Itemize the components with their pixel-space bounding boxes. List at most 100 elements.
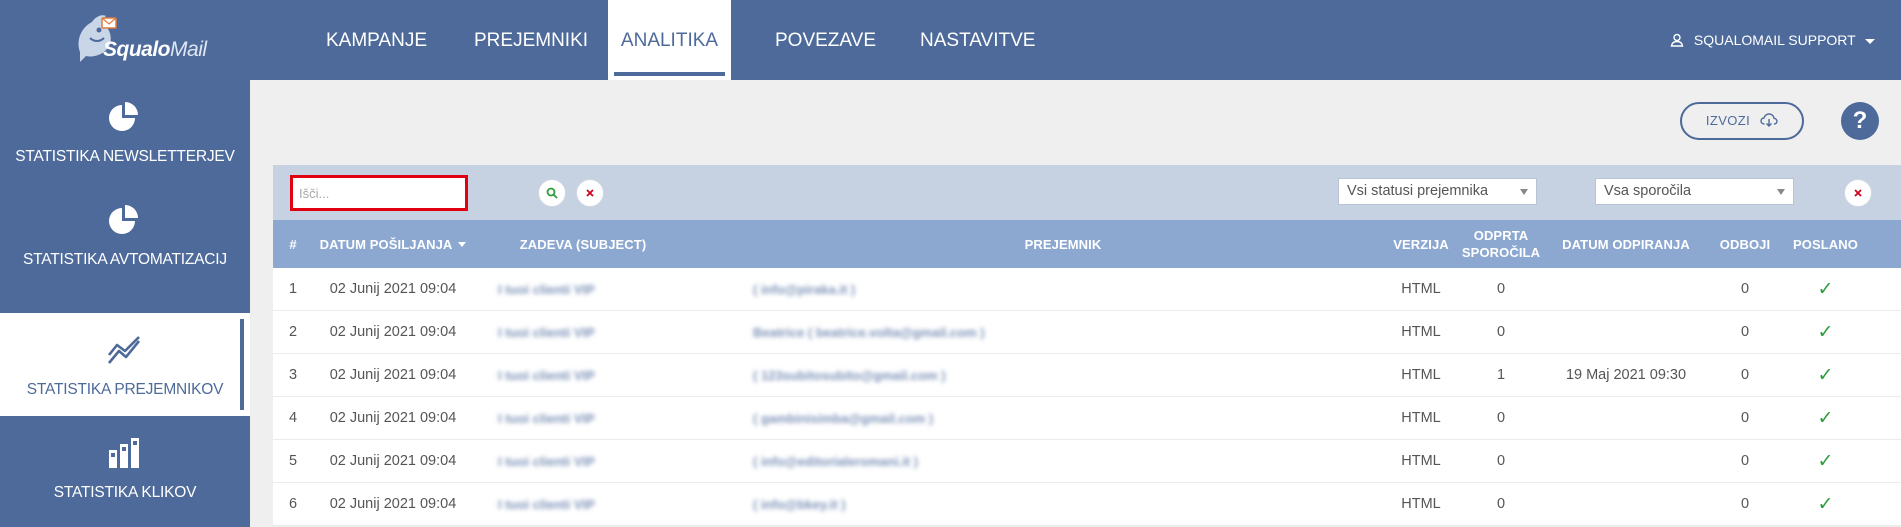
bar-chart-icon <box>109 438 139 468</box>
close-icon <box>1854 189 1862 197</box>
table-row[interactable]: 3 02 Junij 2021 09:04 I tuoi clienti VIP ( … <box>273 354 1901 397</box>
user-icon <box>1670 33 1684 47</box>
cell-open-date <box>1551 311 1701 354</box>
close-icon <box>586 189 594 197</box>
chevron-down-icon <box>1865 38 1876 44</box>
sidebar-item-label: STATISTIKA NEWSLETTERJEV <box>15 148 235 165</box>
column-version[interactable]: VERZIJA <box>1381 220 1461 268</box>
squalomail-logo[interactable]: SqualoMail <box>66 8 207 74</box>
nav-prejemniki[interactable]: PREJEMNIKI <box>474 0 588 80</box>
sent-check-icon: ✓ <box>1817 408 1834 429</box>
cell-bounces: 0 <box>1740 367 1750 383</box>
export-button[interactable]: IZVOZI <box>1680 102 1804 140</box>
sent-check-icon: ✓ <box>1817 451 1834 472</box>
cell-subject: I tuoi clienti VIP <box>498 454 595 469</box>
column-subject[interactable]: ZADEVA (SUBJECT) <box>473 220 693 268</box>
sidebar-item-recipient-stats[interactable]: STATISTIKA PREJEMNIKOV <box>0 313 250 416</box>
trend-line-icon <box>107 336 141 364</box>
filter-bar: Vsi statusi prejemnika Vsa sporočila <box>273 165 1901 220</box>
user-name: SQUALOMAIL SUPPORT <box>1693 32 1856 48</box>
cell-subject: I tuoi clienti VIP <box>498 325 595 340</box>
sidebar-item-automation-stats[interactable]: STATISTIKA AVTOMATIZACIJ <box>0 183 250 286</box>
user-menu[interactable]: SQUALOMAIL SUPPORT <box>1670 0 1876 80</box>
cell-version: HTML <box>1401 367 1441 383</box>
cell-version: HTML <box>1401 324 1441 340</box>
search-button[interactable] <box>538 179 566 207</box>
column-open-date[interactable]: DATUM ODPIRANJA <box>1551 220 1701 268</box>
sidebar-item-newsletter-stats[interactable]: STATISTIKA NEWSLETTERJEV <box>0 80 250 183</box>
table-row[interactable]: 5 02 Junij 2021 09:04 I tuoi clienti VIP ( … <box>273 440 1901 483</box>
cell-opened: 0 <box>1496 281 1506 297</box>
cell-bounces: 0 <box>1740 281 1750 297</box>
table-row[interactable]: 6 02 Junij 2021 09:04 I tuoi clienti VIP ( … <box>273 483 1901 526</box>
cell-number: 6 <box>288 496 298 512</box>
cell-send-date: 02 Junij 2021 09:04 <box>329 281 457 297</box>
cell-bounces: 0 <box>1740 496 1750 512</box>
nav-analitika[interactable]: ANALITIKA <box>608 0 731 80</box>
cell-open-date: 19 Maj 2021 09:30 <box>1565 367 1687 383</box>
cell-number: 3 <box>288 367 298 383</box>
cell-subject: I tuoi clienti VIP <box>498 497 595 512</box>
column-opened-line1: ODPRTA <box>1473 228 1529 243</box>
column-send-date[interactable]: DATUM POŠILJANJA <box>318 220 468 268</box>
cell-recipient: ( info@bkey.it ) <box>753 497 846 512</box>
cell-send-date: 02 Junij 2021 09:04 <box>329 453 457 469</box>
sent-check-icon: ✓ <box>1817 365 1834 386</box>
sidebar-item-label: STATISTIKA AVTOMATIZACIJ <box>23 251 227 268</box>
clear-filters-button[interactable] <box>1844 179 1872 207</box>
top-navbar: SqualoMail KAMPANJE PREJEMNIKI ANALITIKA… <box>0 0 1901 80</box>
help-button[interactable]: ? <box>1841 102 1879 140</box>
search-icon <box>546 187 558 199</box>
cell-open-date <box>1551 483 1701 526</box>
nav-povezave[interactable]: POVEZAVE <box>775 0 876 80</box>
clear-search-button[interactable] <box>576 179 604 207</box>
column-opened-line2: SPOROČILA <box>1461 245 1541 260</box>
cell-number: 2 <box>288 324 298 340</box>
nav-nastavitve[interactable]: NASTAVITVE <box>920 0 1035 80</box>
pie-chart-icon <box>109 205 138 234</box>
column-recipient[interactable]: PREJEMNIK <box>693 220 1433 268</box>
cell-bounces: 0 <box>1740 453 1750 469</box>
pie-chart-icon <box>109 102 138 131</box>
table-row[interactable]: 4 02 Junij 2021 09:04 I tuoi clienti VIP ( … <box>273 397 1901 440</box>
table-row[interactable]: 1 02 Junij 2021 09:04 I tuoi clienti VIP ( … <box>273 268 1901 311</box>
recipient-status-select[interactable]: Vsi statusi prejemnika <box>1338 178 1537 205</box>
cell-opened: 0 <box>1496 410 1506 426</box>
cell-recipient: ( info@editorialeromani.it ) <box>753 454 919 469</box>
cell-recipient: Beatrice ( beatrice.volta@gmail.com ) <box>753 325 985 340</box>
column-number: # <box>289 236 297 252</box>
nav-analitika-label: ANALITIKA <box>620 30 719 51</box>
cell-send-date: 02 Junij 2021 09:04 <box>329 410 457 426</box>
recipient-status-value: Vsi statusi prejemnika <box>1347 183 1489 199</box>
message-select[interactable]: Vsa sporočila <box>1595 178 1794 205</box>
sidebar: STATISTIKA NEWSLETTERJEV STATISTIKA AVTO… <box>0 80 250 527</box>
cell-number: 5 <box>288 453 298 469</box>
cell-open-date <box>1551 397 1701 440</box>
table-row[interactable]: 2 02 Junij 2021 09:04 I tuoi clienti VIP Be… <box>273 311 1901 354</box>
cell-open-date <box>1551 440 1701 483</box>
sidebar-item-click-stats[interactable]: STATISTIKA KLIKOV <box>0 416 250 519</box>
sent-check-icon: ✓ <box>1817 494 1834 515</box>
cell-opened: 0 <box>1496 496 1506 512</box>
chevron-down-icon <box>1777 189 1785 195</box>
sent-check-icon: ✓ <box>1817 322 1834 343</box>
cell-open-date <box>1551 268 1701 311</box>
column-bounces[interactable]: ODBOJI <box>1705 220 1785 268</box>
search-input[interactable] <box>290 175 468 211</box>
message-select-value: Vsa sporočila <box>1604 183 1692 199</box>
cell-opened: 0 <box>1496 453 1506 469</box>
cell-number: 1 <box>288 281 298 297</box>
logo-wordmark: SqualoMail <box>103 38 207 61</box>
cell-recipient: ( info@piraka.it ) <box>753 282 856 297</box>
column-send-date-label: DATUM POŠILJANJA <box>319 236 453 252</box>
sort-desc-icon <box>458 241 467 247</box>
cell-bounces: 0 <box>1740 324 1750 340</box>
nav-kampanje[interactable]: KAMPANJE <box>326 0 427 80</box>
cell-version: HTML <box>1401 410 1441 426</box>
cell-version: HTML <box>1401 453 1441 469</box>
column-sent[interactable]: POSLANO <box>1783 220 1868 268</box>
sidebar-item-label: STATISTIKA KLIKOV <box>53 484 197 501</box>
cell-recipient: ( gambinisimba@gmail.com ) <box>753 411 934 426</box>
cell-opened: 0 <box>1496 324 1506 340</box>
column-opened[interactable]: ODPRTA SPOROČILA <box>1456 220 1546 268</box>
